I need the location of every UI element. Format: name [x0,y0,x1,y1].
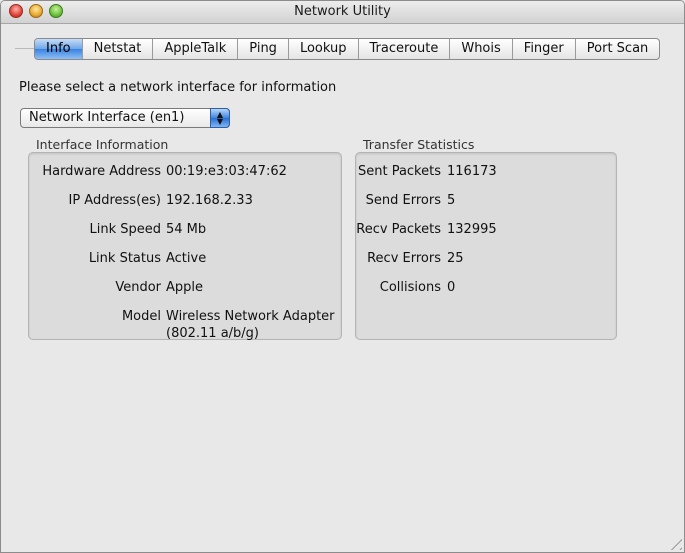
interface-select[interactable]: Network Interface (en1) ▲ ▼ [20,108,230,128]
network-utility-window: Network Utility Info Netstat AppleTalk P… [0,0,685,553]
interface-prompt: Please select a network interface for in… [19,80,337,95]
value-collisions: 0 [447,280,456,295]
label-vendor: Vendor [115,280,161,295]
label-send-errors: Send Errors [365,193,441,208]
tab-bar: Info Netstat AppleTalk Ping Lookup Trace… [34,38,661,60]
label-hardware-address: Hardware Address [42,164,161,179]
updown-arrows-icon: ▲ ▼ [210,108,230,128]
tab-netstat[interactable]: Netstat [83,39,154,59]
window-title: Network Utility [294,4,391,19]
tab-appletalk[interactable]: AppleTalk [153,39,239,59]
interface-select-value: Network Interface (en1) [29,110,185,125]
interface-info-title: Interface Information [36,137,169,152]
label-model: Model [121,309,161,324]
tab-finger[interactable]: Finger [513,39,576,59]
value-recv-packets: 132995 [447,222,497,237]
tab-whois[interactable]: Whois [450,39,513,59]
value-sent-packets: 116173 [447,164,497,179]
tab-info[interactable]: Info [35,39,83,59]
value-link-status: Active [166,251,207,266]
label-sent-packets: Sent Packets [357,164,441,179]
value-ip-addresses: 192.168.2.33 [166,193,253,208]
value-send-errors: 5 [447,193,456,208]
label-link-speed: Link Speed [89,222,161,237]
tab-port-scan[interactable]: Port Scan [576,39,660,59]
interface-info-box: Hardware Address 00:19:e3:03:47:62 IP Ad… [28,152,342,341]
tab-ping[interactable]: Ping [238,39,289,59]
value-link-speed: 54 Mb [166,222,207,237]
label-recv-errors: Recv Errors [367,251,441,266]
tab-lookup[interactable]: Lookup [289,39,359,59]
label-ip-addresses: IP Address(es) [68,193,162,208]
label-collisions: Collisions [379,280,441,295]
value-vendor: Apple [166,280,204,295]
transfer-stats-box: Sent Packets 116173 Send Errors 5 Recv P… [355,152,617,340]
label-recv-packets: Recv Packets [356,222,441,237]
value-model: Wireless Network Adapter [166,309,335,324]
value-hardware-address: 00:19:e3:03:47:62 [166,164,287,179]
value-recv-errors: 25 [447,251,464,266]
transfer-stats-title: Transfer Statistics [363,137,475,152]
resize-grip-icon[interactable] [670,538,682,550]
label-link-status: Link Status [88,251,161,266]
title-bar[interactable]: Network Utility [1,1,684,24]
tab-traceroute[interactable]: Traceroute [359,39,451,59]
value-model-detail: (802.11 a/b/g) [166,326,259,341]
